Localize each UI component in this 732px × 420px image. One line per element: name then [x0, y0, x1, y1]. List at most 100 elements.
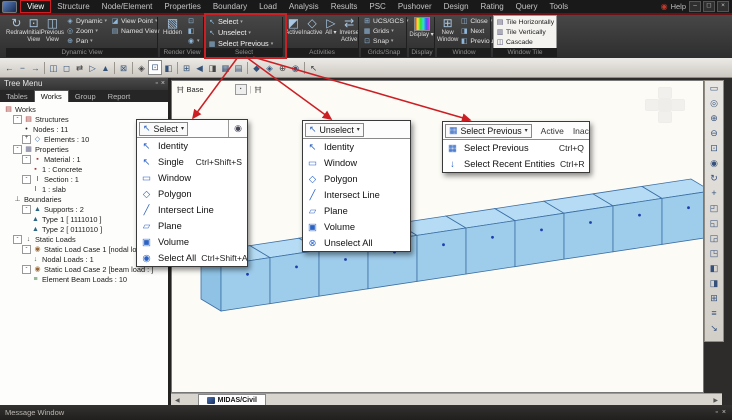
render-shade-button[interactable]: ◧: [185, 26, 202, 36]
tree-tab-report[interactable]: Report: [102, 91, 137, 102]
pick-cursor-icon[interactable]: ↖: [307, 61, 320, 75]
zoom-out-icon[interactable]: ⊖: [707, 126, 721, 141]
view-iso-icon[interactable]: ◰: [707, 201, 721, 216]
render-sphere-button[interactable]: ◉▾: [185, 36, 202, 46]
render-box-button[interactable]: ⊡: [185, 16, 202, 26]
solid-element-face[interactable]: [270, 250, 319, 303]
solid-element-face[interactable]: [417, 228, 466, 281]
menu-item-select-all[interactable]: ◉Select AllCtrl+Shift+A: [137, 250, 247, 266]
menu-item-single[interactable]: ↖SingleCtrl+Shift+S: [137, 154, 247, 170]
expander-icon[interactable]: -: [13, 235, 22, 244]
solid-beam-model[interactable]: [172, 81, 703, 392]
snap-button[interactable]: ⊡Snap▾: [361, 36, 410, 46]
view-right-icon[interactable]: ◨: [707, 276, 721, 291]
zoom-in-icon[interactable]: ⊕: [707, 111, 721, 126]
node-table-icon[interactable]: ◻: [60, 61, 73, 75]
close-icon[interactable]: ×: [161, 77, 165, 90]
zoom-fit-icon[interactable]: ⊡: [707, 141, 721, 156]
run-icon[interactable]: ▷: [86, 61, 99, 75]
expander-icon[interactable]: +: [22, 135, 31, 144]
tab-results[interactable]: Results: [325, 0, 364, 13]
hidden-button[interactable]: ▧Hidden: [160, 16, 185, 37]
tab-load[interactable]: Load: [253, 0, 283, 13]
view-left-icon[interactable]: ◧: [707, 261, 721, 276]
tab-design[interactable]: Design: [438, 0, 475, 13]
menu-item-intersect-line[interactable]: ╱Intersect Line: [137, 202, 247, 218]
menu-item-identity[interactable]: ↖Identity: [303, 139, 410, 155]
tab-structure[interactable]: Structure: [51, 0, 95, 13]
expander-icon[interactable]: -: [13, 115, 22, 124]
dash-icon[interactable]: −: [16, 61, 29, 75]
tab-analysis[interactable]: Analysis: [283, 0, 325, 13]
menu-item-polygon[interactable]: ◇Polygon: [137, 186, 247, 202]
target-icon[interactable]: ◉: [289, 61, 302, 75]
solid-element-face[interactable]: [515, 213, 564, 266]
unselect-button[interactable]: ↖Unselect▾: [305, 123, 364, 137]
new-window-button[interactable]: ⊞New Window: [437, 16, 458, 43]
tab-query[interactable]: Query: [510, 0, 544, 13]
menu-item-plane[interactable]: ▱Plane: [137, 218, 247, 234]
select-previous-button[interactable]: ▦Select Previous▾: [445, 124, 532, 138]
tab-boundary[interactable]: Boundary: [207, 0, 253, 13]
expander-icon[interactable]: -: [22, 265, 31, 274]
menu-item-identity[interactable]: ↖Identity: [137, 138, 247, 154]
tab-rating[interactable]: Rating: [475, 0, 510, 13]
menu-item-unselect-all[interactable]: ⊗Unselect All: [303, 235, 410, 251]
active-button[interactable]: ◩Active: [285, 16, 302, 37]
ucs-icon[interactable]: ⊞: [180, 61, 193, 75]
select-button[interactable]: ↖Select▾: [139, 122, 188, 136]
menu-item-window[interactable]: ▭Window: [137, 170, 247, 186]
grids-button[interactable]: ▦Grids▾: [361, 26, 410, 36]
tree-tab-tables[interactable]: Tables: [0, 91, 34, 102]
pan-button[interactable]: ⊕Pan▾: [64, 36, 109, 46]
tab-psc[interactable]: PSC: [363, 0, 391, 13]
close-icon[interactable]: ×: [722, 409, 726, 416]
view-point-button[interactable]: ◪View Point▾: [109, 16, 161, 26]
tab-scroll-left-icon[interactable]: ◀: [171, 397, 184, 404]
expander-icon[interactable]: -: [22, 205, 31, 214]
pin-icon[interactable]: ▫: [155, 77, 157, 90]
redraw-button[interactable]: ↻Redraw: [6, 16, 27, 37]
zoom-dynamic-icon[interactable]: ◉: [707, 156, 721, 171]
grid-toggle-icon[interactable]: ⊡: [148, 60, 162, 75]
material-icon[interactable]: ◈: [135, 61, 148, 75]
menu-item-polygon[interactable]: ◇Polygon: [303, 171, 410, 187]
named-view-button[interactable]: ▤Named View: [109, 26, 161, 36]
unselect-button[interactable]: ↖Unselect▾: [206, 27, 275, 38]
help-gear-icon[interactable]: ◉: [661, 2, 668, 11]
tab-scroll-right-icon[interactable]: ▶: [709, 397, 722, 404]
mesh-icon[interactable]: ▦: [219, 61, 232, 75]
node-create-icon[interactable]: ◫: [47, 61, 60, 75]
new-view-icon[interactable]: ⊞: [707, 291, 721, 306]
gem-icon[interactable]: ◈: [263, 61, 276, 75]
inverse-active-button[interactable]: ⇄Inverse Active: [339, 16, 359, 43]
rotate-icon[interactable]: ↻: [707, 171, 721, 186]
cascade-button[interactable]: ◫Cascade: [494, 37, 556, 47]
solid-element-face[interactable]: [613, 198, 662, 251]
inactive-button[interactable]: ◇Inactive: [302, 16, 323, 37]
menu-item-intersect-line[interactable]: ╱Intersect Line: [303, 187, 410, 203]
walk-icon[interactable]: ↘: [707, 321, 721, 336]
view-side-icon[interactable]: ◳: [707, 246, 721, 261]
tab-pushover[interactable]: Pushover: [392, 0, 438, 13]
expander-icon[interactable]: -: [13, 145, 22, 154]
select-window-icon[interactable]: ▭: [707, 81, 721, 96]
diamond-icon[interactable]: ◆: [250, 61, 263, 75]
menu-item-window[interactable]: ▭Window: [303, 155, 410, 171]
menu-item-select-previous[interactable]: ▦Select PreviousCtrl+Q: [443, 140, 589, 156]
list-icon[interactable]: ≡: [707, 306, 721, 321]
pan-icon[interactable]: +: [707, 186, 721, 201]
add-icon[interactable]: ⊕: [276, 61, 289, 75]
expander-icon[interactable]: -: [22, 155, 31, 164]
zoom-button[interactable]: ◎Zoom▾: [64, 26, 109, 36]
menu-item-volume[interactable]: ▣Volume: [303, 219, 410, 235]
tab-view[interactable]: View: [20, 0, 51, 13]
forward-icon[interactable]: →: [29, 61, 42, 75]
tree-item-works[interactable]: ▤Works: [2, 104, 168, 114]
solid-element-face[interactable]: [662, 191, 703, 244]
table-icon[interactable]: ▤: [232, 61, 245, 75]
app-logo-icon[interactable]: [2, 1, 17, 13]
expander-icon[interactable]: -: [22, 175, 31, 184]
back-icon[interactable]: ←: [3, 61, 16, 75]
view-front-icon[interactable]: ◲: [707, 231, 721, 246]
